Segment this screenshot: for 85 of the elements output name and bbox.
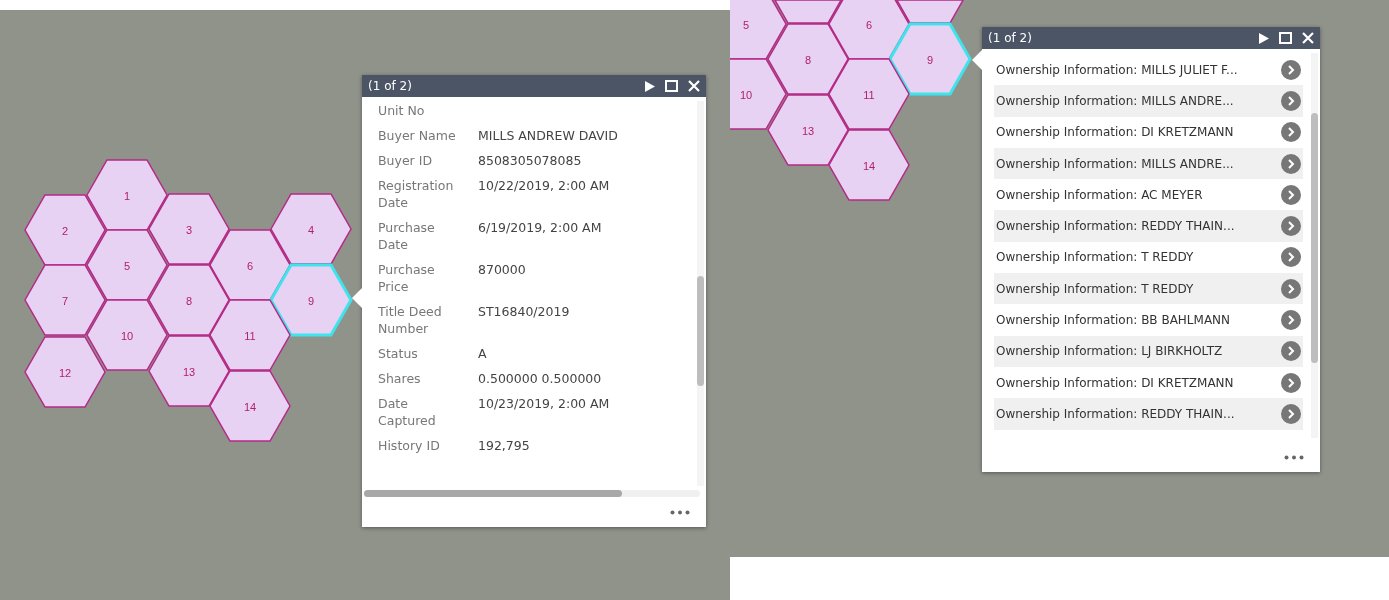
field-label: Purchase Date [378,219,436,253]
details-button[interactable] [1281,90,1301,111]
hexagon[interactable]: 3 [148,193,230,265]
chevron-icon[interactable] [1287,252,1295,263]
hexagon[interactable]: 6 [828,0,910,60]
chevron-icon[interactable] [1287,127,1295,138]
close-icon[interactable] [1302,32,1314,44]
hexagon[interactable]: 1 [86,159,168,231]
field-value: 10/22/2019, 2:00 AM [477,177,610,195]
details-button[interactable] [1281,184,1301,205]
field-label: Registration Date [378,177,455,211]
field-label: Shares [378,370,422,387]
field-label: Buyer Name [378,127,457,144]
hexagon[interactable]: 7 [24,264,106,336]
chevron-icon[interactable] [1287,189,1295,200]
scrollbar-thumb[interactable] [1311,113,1318,363]
field-value: ST16840/2019 [477,303,570,321]
chevron-icon[interactable] [1287,95,1295,106]
field-value: 192,795 [477,437,530,454]
more-icon[interactable] [1284,454,1304,460]
field-label: Status [378,345,419,362]
field-value: 10/23/2019, 2:00 AM [477,395,610,413]
details-button[interactable] [1281,122,1301,143]
chevron-icon[interactable] [1287,315,1295,325]
list-item[interactable]: Ownership Information: T REDDY [996,250,1277,265]
list-item[interactable]: Ownership Information: DI KRETZMANN [996,375,1277,390]
more-icon[interactable] [670,509,690,515]
chevron-icon[interactable] [1287,158,1295,169]
hexagon[interactable]: 5 [86,229,168,301]
field-label: History ID [378,437,441,454]
field-value: 8508305078085 [477,152,582,169]
field-value: 870000 [477,261,526,279]
details-button[interactable] [1281,310,1301,330]
close-icon[interactable] [688,80,700,92]
field-label: Title Deed Number [378,303,443,337]
details-button[interactable] [1281,59,1301,80]
list-item[interactable]: Ownership Information: AC MEYER [996,187,1277,202]
hexagon[interactable]: 13 [767,94,849,166]
chevron-icon[interactable] [1287,221,1295,232]
hexagon[interactable]: 14 [828,129,910,201]
hexagon[interactable]: 11 [828,58,910,130]
list-item[interactable]: Ownership Information: BB BAHLMANN [996,313,1277,327]
chevron-icon[interactable] [1287,346,1295,357]
chevron-icon[interactable] [1287,283,1295,294]
chevron-icon[interactable] [1287,64,1295,75]
list-item[interactable]: Ownership Information: MILLS JULIET F... [996,62,1277,77]
maximize-icon[interactable] [665,80,678,92]
hexagon[interactable]: 14 [209,370,291,442]
hexagon[interactable]: 5 [730,0,787,60]
popup-title: (1 of 2) [988,31,1032,45]
details-button[interactable] [1281,153,1301,174]
details-button[interactable] [1281,247,1301,268]
hexagon[interactable] [895,0,965,24]
details-button[interactable] [1281,341,1301,362]
hexagon[interactable]: 10 [86,299,168,371]
play-icon[interactable] [645,80,655,92]
chevron-icon[interactable] [1287,408,1295,419]
hexagon[interactable]: 9 [269,263,353,337]
hexagon[interactable]: 11 [209,299,291,371]
hexagon[interactable]: 8 [148,264,230,336]
field-value: 6/19/2019, 2:00 AM [477,219,602,237]
play-icon[interactable] [1259,32,1269,44]
field-label: Buyer ID [378,152,433,169]
field-value: 0.500000 0.500000 [477,370,602,387]
details-button[interactable] [1281,403,1301,424]
field-label: Purchase Price [378,261,436,295]
details-button[interactable] [1281,278,1301,299]
scrollbar-thumb[interactable] [364,490,622,497]
hexagon[interactable]: 13 [148,335,230,407]
details-button[interactable] [1281,216,1301,237]
hexagon[interactable]: 4 [270,193,352,265]
field-value: A [477,345,487,362]
hexagon[interactable]: 10 [730,58,787,130]
scrollbar-thumb[interactable] [697,276,704,386]
chevron-icon[interactable] [1287,377,1295,388]
hexagon[interactable]: 2 [24,194,106,266]
field-label: Unit No [378,102,426,119]
details-button[interactable] [1281,372,1301,393]
field-label: Date Captured [378,395,437,429]
hexagon[interactable]: 12 [24,336,106,408]
hexagon[interactable]: 6 [209,229,291,301]
popup-title: (1 of 2) [368,79,412,93]
field-value: MILLS ANDREW DAVID [477,127,618,144]
list-item[interactable]: Ownership Information: DI KRETZMANN [996,125,1277,140]
maximize-icon[interactable] [1279,32,1292,44]
